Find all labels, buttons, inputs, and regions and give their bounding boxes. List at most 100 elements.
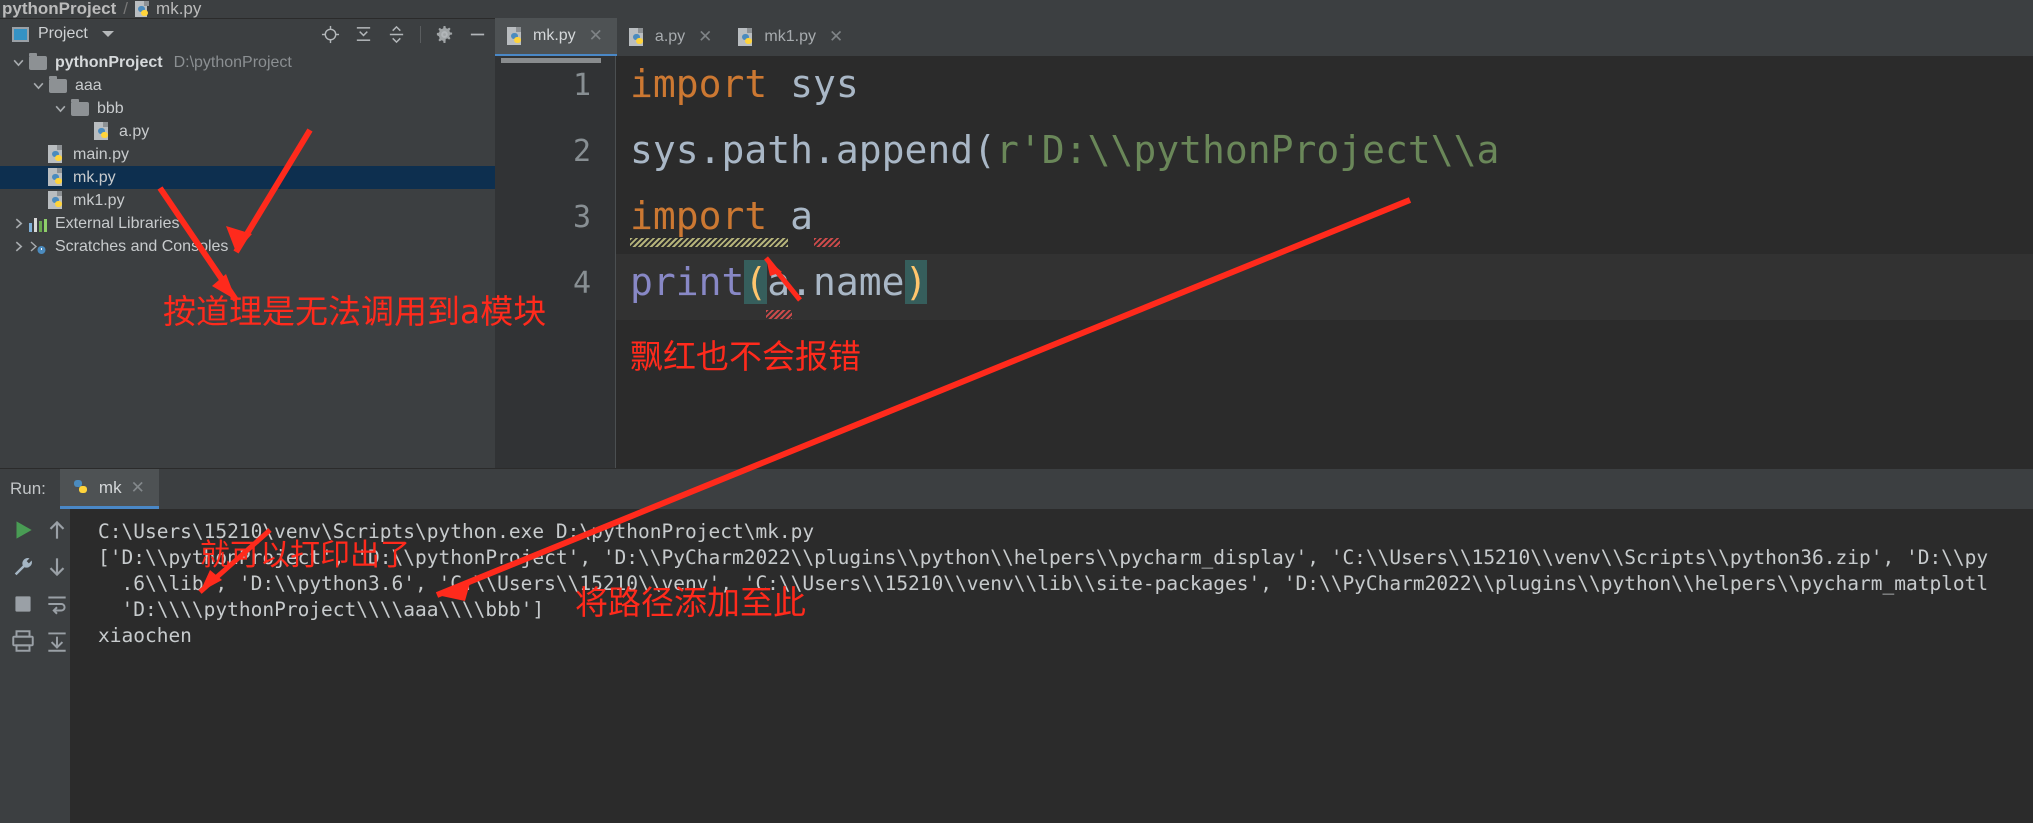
code-text: a [767,194,814,238]
settings-gear-icon[interactable] [435,25,454,44]
tree-label: bbb [97,99,124,117]
scrollbar-marker [501,58,601,63]
code-area[interactable]: 1 2 3 4 import sys sys.path.append(r'D:\… [495,56,2033,468]
close-icon[interactable]: ✕ [829,27,843,47]
line-number: 2 [572,134,591,169]
tree-label: Scratches and Consoles [55,237,229,255]
tree-label: aaa [75,76,102,94]
hide-panel-icon[interactable] [468,25,487,44]
breadcrumb-file[interactable]: mk.py [156,0,201,18]
python-file-icon [48,168,65,187]
python-file-icon [94,122,111,141]
tree-item-bbb[interactable]: bbb [0,97,495,120]
tab-label: a.py [654,28,686,45]
tree-item-main-py[interactable]: main.py [0,143,495,166]
breadcrumb-separator: / [123,0,129,18]
tree-item-scratches-and-consoles[interactable]: Scratches and Consoles [0,235,495,258]
project-panel-title: Project [38,25,88,42]
tree-item-a-py[interactable]: a.py [0,120,495,143]
error-squiggle [814,238,840,247]
collapse-all-icon[interactable] [387,25,406,44]
tree-item-external-libraries[interactable]: External Libraries [0,212,495,235]
matched-paren-close: ) [904,260,928,304]
step-down-icon[interactable] [44,554,70,580]
code-call: sys.path.append( [630,128,997,172]
keyword-import: import [630,62,768,106]
scroll-to-end-icon[interactable] [44,628,70,654]
tree-label: main.py [73,145,130,163]
step-up-icon[interactable] [44,517,70,543]
tab-label: mk.py [533,27,576,44]
keyword-import: import [630,194,768,238]
python-file-icon [135,1,150,18]
code-text: sys [767,62,859,106]
console-line: .6\\lib', 'D:\\python3.6', 'C:\\Users\\1… [98,572,1989,595]
annotation-editor-text: 飘红也不会报错 [630,337,861,376]
chevron-down-icon[interactable] [12,56,25,69]
scratch-icon [29,239,47,255]
stop-icon[interactable] [10,591,36,617]
folder-icon [49,75,67,93]
python-file-icon [73,479,90,496]
editor-tabbar: mk.py ✕ a.py ✕ mk1.py ✕ [495,18,2033,56]
code-line-3: import a [630,194,813,238]
close-icon[interactable]: ✕ [589,26,603,46]
run-label: Run: [10,479,46,498]
annotation-sidebar-text: 按道理是无法调用到a模块 [163,292,547,331]
tab-mk-py[interactable]: mk.py ✕ [495,18,617,56]
code-line-1: import sys [630,62,859,106]
run-icon[interactable] [10,517,36,543]
pycharm-window: pythonProject / mk.py Project pythonProj… [0,0,2033,823]
code-line-4: print(a.name) [630,260,928,304]
expand-all-icon[interactable] [354,25,373,44]
run-tab-label: mk [98,477,122,497]
folder-icon [29,52,47,70]
chevron-right-icon[interactable] [12,240,25,253]
line-number: 4 [572,266,591,301]
console-line: xiaochen [98,624,192,647]
wrench-icon[interactable] [10,554,36,580]
error-squiggle [766,310,792,319]
code-string: r'D:\\pythonProject\\a [996,128,1500,172]
tree-label: pythonProject [55,53,163,71]
tree-item-mk1-py[interactable]: mk1.py [0,189,495,212]
annotation-console-text: 就可以打印出了 [200,538,410,573]
project-panel: Project pythonProject D:\pythonProject a… [0,18,495,468]
project-icon [12,26,29,42]
close-icon[interactable]: ✕ [131,478,145,498]
project-panel-toolbar [321,19,487,49]
chevron-right-icon[interactable] [12,217,25,230]
chevron-down-icon[interactable] [32,79,45,92]
code-line-2: sys.path.append(r'D:\\pythonProject\\a [630,128,1499,172]
folder-icon [71,98,89,116]
code-lines[interactable]: import sys sys.path.append(r'D:\\pythonP… [615,56,2033,468]
python-file-icon [48,191,65,210]
breadcrumb: pythonProject / mk.py [0,0,2033,18]
chevron-down-icon[interactable] [101,31,114,37]
python-file-icon [507,26,524,46]
tab-a-py[interactable]: a.py ✕ [617,18,727,56]
project-panel-header: Project [0,19,495,49]
locate-icon[interactable] [321,25,340,44]
run-panel: Run: mk ✕ C:\Users\15210\venv\Scripts\py… [0,468,2033,823]
chevron-down-icon[interactable] [54,102,67,115]
annotation-path-text: 将路径添加至此 [575,583,806,622]
run-toolbar [0,509,70,823]
soft-wrap-icon[interactable] [44,591,70,617]
toolbar-divider [420,25,421,43]
print-icon[interactable] [10,628,36,654]
tree-label: mk.py [73,168,116,186]
line-number: 1 [572,68,591,103]
tree-label: mk1.py [73,191,125,209]
line-number: 3 [572,200,591,235]
breadcrumb-project[interactable]: pythonProject [2,0,116,18]
tree-item-pythonproject[interactable]: pythonProject D:\pythonProject [0,51,495,74]
tree-item-mk-py[interactable]: mk.py [0,166,495,189]
warning-squiggle [630,238,788,247]
close-icon[interactable]: ✕ [698,27,712,47]
tree-item-aaa[interactable]: aaa [0,74,495,97]
run-panel-header: Run: mk ✕ [0,469,2033,509]
run-tab-mk[interactable]: mk ✕ [59,469,159,509]
tab-label: mk1.py [764,28,816,45]
tab-mk1-py[interactable]: mk1.py ✕ [726,18,857,56]
